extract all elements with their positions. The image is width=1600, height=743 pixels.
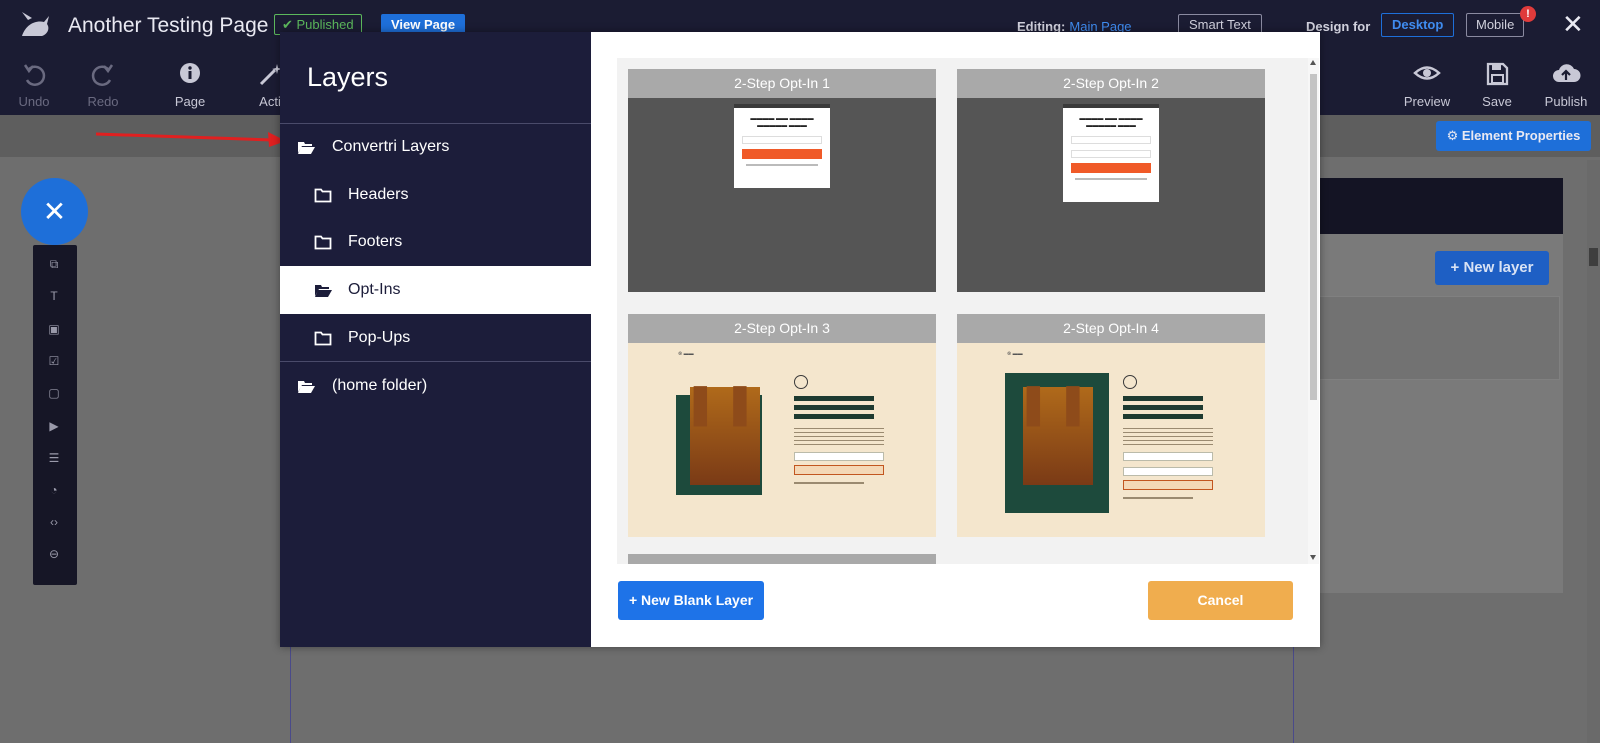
notification-badge: ! [1520,6,1536,22]
published-label: Published [296,17,354,32]
desktop-button[interactable]: Desktop [1381,13,1455,37]
layer-list-box [1305,296,1560,380]
cover-art: ▌▐ [1027,387,1080,427]
folder-open-icon [298,142,315,154]
popup-preview: ▬▬▬▬ ▬▬ ▬▬▬▬ ▬▬▬▬▬ ▬▬▬ [1063,104,1159,202]
publish-label: Publish [1544,94,1588,109]
close-small-icon: ⊗ ▬▬ [1007,351,1023,357]
box-icon[interactable]: ▢ [45,384,63,402]
template-card-opt-in-4[interactable]: 2-Step Opt-In 4 ⊗ ▬▬ ▌▐ [957,314,1265,537]
folder-label: (home folder) [332,377,428,394]
page-button[interactable]: Page [160,60,220,109]
page-title: Another Testing Page [68,14,269,37]
folder-footers[interactable]: Footers [280,218,591,266]
folder-label: Opt-Ins [348,281,401,298]
register-form-preview [794,375,884,484]
folder-label: Convertri Layers [332,138,450,155]
cloud-upload-icon [1553,64,1581,82]
folder-headers[interactable]: Headers [280,171,591,219]
page-label: Page [174,94,206,109]
new-layer-button[interactable]: + New layer [1435,251,1549,285]
folder-label: Pop-Ups [348,329,411,346]
template-card-partial[interactable] [628,554,936,564]
timer-icon[interactable]: ◔ [45,481,63,499]
template-card-opt-in-1[interactable]: 2-Step Opt-In 1 ▬▬▬▬ ▬▬ ▬▬▬▬ ▬▬▬▬▬ ▬▬▬ [628,69,936,292]
popup-preview: ▬▬▬▬ ▬▬ ▬▬▬▬ ▬▬▬▬▬ ▬▬▬ [734,104,830,188]
folder-open-icon [298,381,315,393]
book-cover-image: ▌▐ [1005,373,1109,513]
layers-modal: Layers Convertri Layers Headers Footers … [280,32,1320,647]
mobile-button[interactable]: Mobile [1466,13,1525,37]
close-editor-button[interactable]: ✕ [1562,11,1584,37]
template-title: 2-Step Opt-In 1 [628,69,936,98]
cancel-button[interactable]: Cancel [1148,581,1293,620]
folder-opt-ins[interactable]: Opt-Ins [280,266,591,314]
close-small-icon: ⊗ ▬▬ [678,351,694,357]
template-gallery[interactable]: 2-Step Opt-In 1 ▬▬▬▬ ▬▬ ▬▬▬▬ ▬▬▬▬▬ ▬▬▬ 2-… [617,58,1317,564]
gallery-scrollbar[interactable] [1308,58,1319,564]
folder-icon [314,235,332,250]
folder-icon [314,188,332,203]
book-cover: ▌▐ [1023,387,1093,485]
more-icon[interactable]: ⊖ [45,545,63,563]
element-toolbar: ⧉ T ▣ ☑ ▢ ▶ ☰ ◔ ‹› ⊖ [33,245,77,585]
modal-title: Layers [307,62,389,92]
new-blank-layer-button[interactable]: + New Blank Layer [618,581,764,620]
publish-button[interactable]: Publish [1536,60,1596,109]
layers-folder-sidebar: Layers Convertri Layers Headers Footers … [280,32,591,647]
redo-label: Redo [87,94,119,109]
gallery-scrollbar-thumb[interactable] [1310,74,1317,400]
image-icon[interactable]: ▣ [45,320,63,338]
template-title: 2-Step Opt-In 2 [957,69,1265,98]
folder-icon [314,331,332,346]
video-icon[interactable]: ▶ [45,417,63,435]
undo-label: Undo [18,94,50,109]
template-title: 2-Step Opt-In 3 [628,314,936,343]
template-card-opt-in-2[interactable]: 2-Step Opt-In 2 ▬▬▬▬ ▬▬ ▬▬▬▬ ▬▬▬▬▬ ▬▬▬ [957,69,1265,292]
rabbit-logo-icon [22,12,49,36]
puzzle-icon[interactable]: ⧉ [45,255,63,273]
book-cover-image: ▌▐ [676,387,762,495]
template-thumbnail: ⊗ ▬▬ ▌▐ [628,343,936,537]
preview-button[interactable]: Preview [1397,60,1457,109]
cover-art: ▌▐ [694,387,747,427]
save-button[interactable]: Save [1467,60,1527,109]
folder-label: Footers [348,233,403,250]
undo-icon [23,64,46,87]
page-scrollbar[interactable] [1587,160,1600,743]
floppy-icon [1486,62,1509,86]
template-thumbnail: ⊗ ▬▬ ▌▐ [957,343,1265,537]
layer-properties-panel [1293,178,1563,593]
element-properties-button[interactable]: ⚙ Element Properties [1436,121,1591,151]
register-form-preview [1123,375,1213,499]
checkbox-icon[interactable]: ☑ [45,352,63,370]
template-title: 2-Step Opt-In 4 [957,314,1265,343]
save-label: Save [1482,94,1512,109]
text-icon[interactable]: T [45,287,63,305]
panel-header [1293,178,1563,234]
page-scrollbar-thumb[interactable] [1589,248,1598,266]
eye-icon [1413,66,1441,80]
template-thumbnail: ▬▬▬▬ ▬▬ ▬▬▬▬ ▬▬▬▬▬ ▬▬▬ [628,98,936,292]
scroll-down-arrow-icon[interactable] [1310,555,1316,560]
preview-label: Preview [1403,94,1451,109]
folder-pop-ups[interactable]: Pop-Ups [280,314,591,362]
undo-button[interactable]: Undo [4,60,64,109]
redo-icon [91,64,114,87]
folder-open-icon [315,285,332,297]
close-elements-fab[interactable]: ✕ [21,178,88,245]
code-icon[interactable]: ‹› [45,513,63,531]
folder-convertri-layers[interactable]: Convertri Layers [280,123,591,171]
scroll-up-arrow-icon[interactable] [1310,60,1316,65]
template-thumbnail: ▬▬▬▬ ▬▬ ▬▬▬▬ ▬▬▬▬▬ ▬▬▬ [957,98,1265,292]
redo-button[interactable]: Redo [73,60,133,109]
info-icon [180,63,200,83]
template-card-opt-in-3[interactable]: 2-Step Opt-In 3 ⊗ ▬▬ ▌▐ [628,314,936,537]
folder-label: Headers [348,186,409,203]
template-title-partial [628,554,936,564]
book-cover: ▌▐ [690,387,760,485]
annotation-arrow-icon [96,132,286,147]
form-icon[interactable]: ☰ [45,449,63,467]
folder-home[interactable]: (home folder) [280,362,591,410]
